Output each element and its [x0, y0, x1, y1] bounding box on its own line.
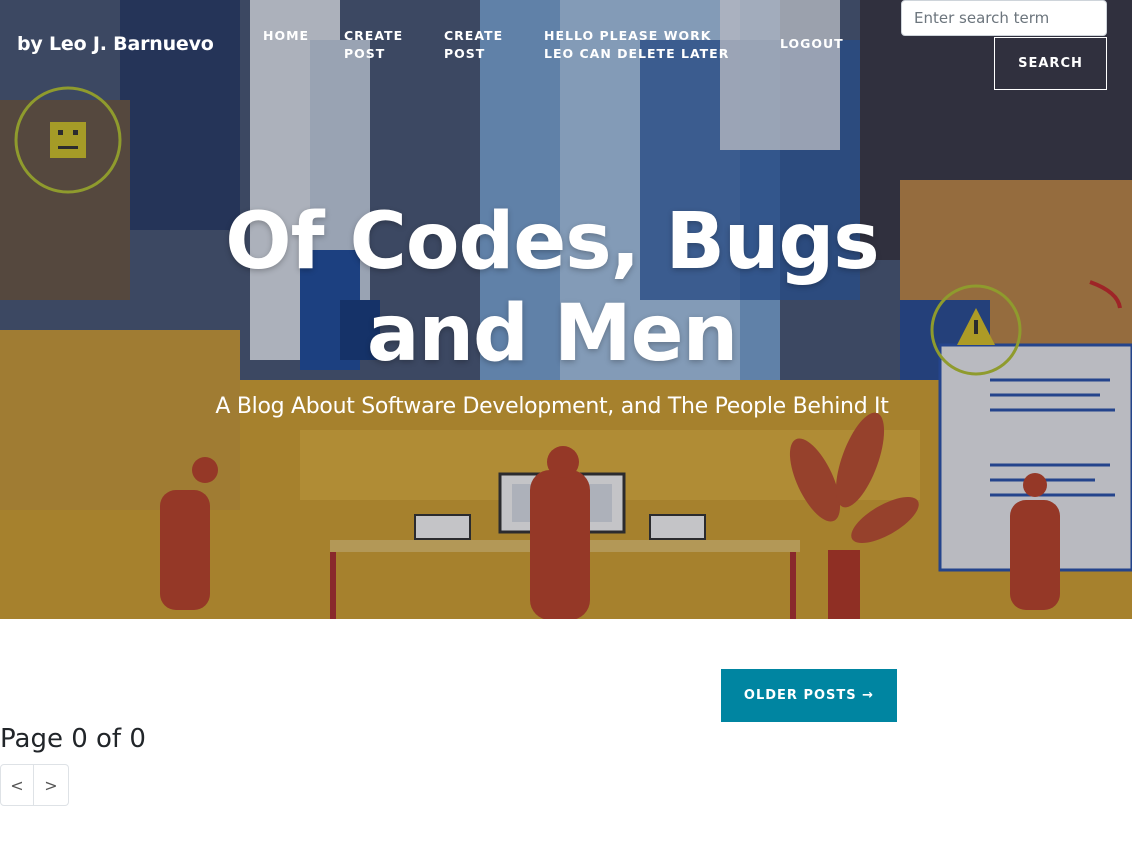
search-button[interactable]: SEARCH: [994, 37, 1107, 90]
nav-create-post[interactable]: CREATE POST: [344, 27, 414, 63]
site-heading: Of Codes, Bugs and Men A Blog About Soft…: [200, 196, 904, 422]
nav-logout[interactable]: LOGOUT: [780, 35, 844, 53]
nav-home[interactable]: HOME: [263, 27, 309, 45]
older-posts-button[interactable]: OLDER POSTS →: [721, 669, 897, 722]
search-input[interactable]: [901, 0, 1107, 36]
brand-logo[interactable]: by Leo J. Barnuevo: [17, 33, 214, 55]
pagination: < >: [0, 764, 69, 806]
nav-hello-please-work[interactable]: HELLO PLEASE WORK LEO CAN DELETE LATER: [544, 27, 734, 63]
next-page-button[interactable]: >: [34, 764, 69, 806]
page-info: Page 0 of 0: [0, 724, 146, 754]
prev-page-button[interactable]: <: [0, 764, 34, 806]
nav-create-post-2[interactable]: CREATE POST: [444, 27, 514, 63]
page-subtitle: A Blog About Software Development, and T…: [215, 394, 889, 419]
hero-banner: by Leo J. Barnuevo HOME CREATE POST CREA…: [0, 0, 1132, 619]
page-title: Of Codes, Bugs and Men: [225, 197, 879, 379]
